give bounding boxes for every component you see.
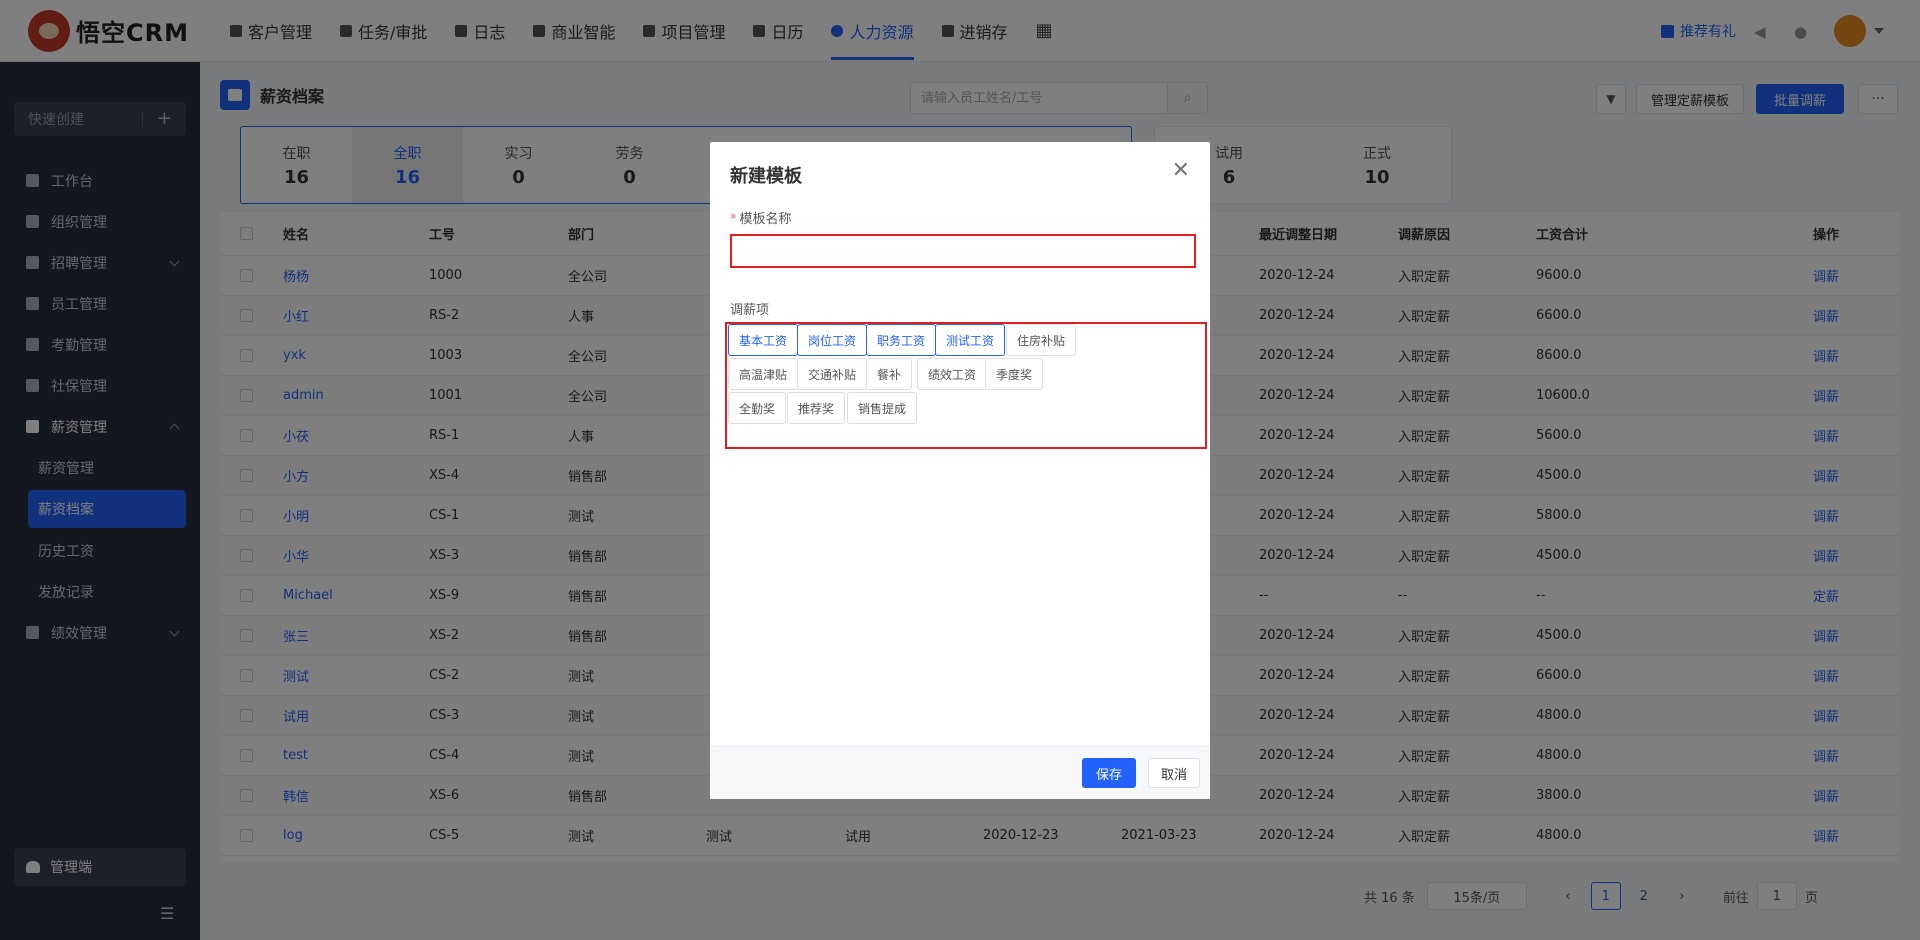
salary-items-label: 调薪项 bbox=[730, 303, 770, 318]
salary-item-tag[interactable]: 推荐奖 bbox=[787, 392, 846, 424]
salary-item-tag[interactable]: 职务工资 bbox=[866, 324, 937, 356]
salary-item-tag[interactable]: 销售提成 bbox=[847, 392, 918, 424]
template-name-label: * 模板名称 bbox=[730, 212, 792, 227]
salary-item-tag[interactable]: 全勤奖 bbox=[728, 392, 787, 424]
template-name-field bbox=[730, 234, 1196, 268]
new-template-dialog: 新建模板 ✕ * 模板名称 调薪项 保存 取消 基本工资 岗位工资 职务工资 测试工资住… bbox=[710, 142, 1210, 799]
salary-item-tag[interactable]: 高温津贴 bbox=[728, 358, 799, 390]
salary-item-tag[interactable]: 绩效工资 bbox=[917, 358, 988, 390]
salary-item-tag[interactable]: 岗位工资 bbox=[797, 324, 868, 356]
save-button[interactable]: 保存 bbox=[1082, 758, 1137, 788]
dialog-title: 新建模板 bbox=[730, 166, 802, 187]
salary-item-tag[interactable]: 测试工资 bbox=[935, 324, 1006, 356]
salary-item-tag[interactable]: 季度奖 bbox=[985, 358, 1044, 390]
salary-item-tag[interactable]: 基本工资 bbox=[728, 324, 799, 356]
salary-item-tag[interactable]: 餐补 bbox=[866, 358, 913, 390]
dialog-footer: 保存 取消 bbox=[710, 746, 1210, 799]
close-icon[interactable]: ✕ bbox=[1172, 158, 1190, 183]
template-name-input[interactable] bbox=[732, 236, 1194, 266]
salary-item-tag[interactable]: 住房补贴 bbox=[1006, 324, 1077, 356]
cancel-button[interactable]: 取消 bbox=[1148, 758, 1201, 788]
salary-item-tag[interactable]: 交通补贴 bbox=[797, 358, 868, 390]
